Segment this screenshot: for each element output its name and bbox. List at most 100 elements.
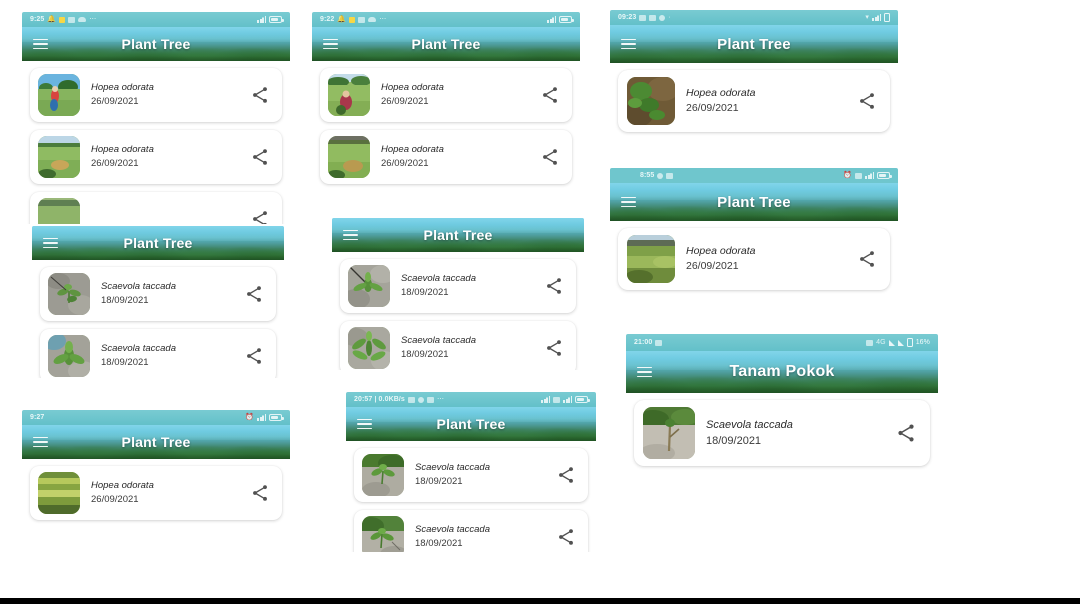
list-item-text: Hopea odorata 26/09/2021	[80, 144, 250, 170]
screenshot-panel-3: 9:27 ⏰ Plant Tree Hopea odorata 26/09/20…	[22, 410, 290, 530]
status-bar-left: 9:27	[30, 414, 44, 421]
share-icon[interactable]	[556, 465, 576, 485]
screenshot-panel-6: 20:57 | 0.0KB/s ⋯ Plant Tree Scaevola ta…	[346, 392, 596, 552]
signal-bars-icon	[257, 16, 266, 23]
plant-thumbnail[interactable]	[362, 454, 404, 496]
page-title: Plant Tree	[717, 193, 791, 211]
weather-sun-icon	[349, 16, 356, 23]
status-time: 9:25	[30, 16, 45, 23]
plant-thumbnail[interactable]	[48, 273, 90, 315]
signal-bars-icon	[541, 396, 550, 403]
share-icon[interactable]	[857, 249, 877, 269]
share-icon[interactable]	[544, 338, 564, 358]
share-icon[interactable]	[540, 147, 560, 167]
list-item[interactable]: Hopea odorata 26/09/2021	[320, 130, 572, 184]
app-bar: Plant Tree	[22, 27, 290, 61]
battery-icon	[559, 16, 574, 23]
list-item[interactable]: Scaevola taccada 18/09/2021	[40, 267, 276, 321]
status-bar-right: 4G 16%	[866, 338, 930, 347]
page-title: Tanam Pokok	[729, 363, 835, 380]
list-item[interactable]: Hopea odorata 26/09/2021	[618, 70, 890, 132]
status-time: 9:22	[320, 16, 335, 23]
plant-thumbnail[interactable]	[627, 235, 675, 283]
share-icon[interactable]	[250, 483, 270, 503]
planting-date: 26/09/2021	[686, 259, 739, 272]
list-item[interactable]: Hopea odorata 26/09/2021	[30, 68, 282, 122]
share-icon[interactable]	[556, 527, 576, 547]
planting-date: 18/09/2021	[415, 537, 463, 549]
planting-date: 26/09/2021	[686, 101, 739, 114]
share-icon[interactable]	[244, 346, 264, 366]
share-icon[interactable]	[250, 147, 270, 167]
hd-icon	[855, 172, 862, 179]
share-icon[interactable]	[895, 422, 917, 444]
list-item[interactable]: Scaevola taccada 18/09/2021	[340, 321, 576, 370]
app-bar: Plant Tree	[32, 226, 284, 260]
share-icon[interactable]	[857, 91, 877, 111]
plant-thumbnail[interactable]	[48, 335, 90, 377]
plant-list: Hopea odorata 26/09/2021	[610, 221, 898, 294]
alarm-icon	[407, 396, 415, 403]
list-item-text: Hopea odorata 26/09/2021	[370, 144, 540, 170]
list-item[interactable]: Hopea odorata 26/09/2021	[320, 68, 572, 122]
planting-date: 18/09/2021	[101, 356, 149, 368]
status-bar: 09:23 · ▾	[610, 10, 898, 25]
page-title: Plant Tree	[121, 36, 191, 52]
message-icon	[666, 172, 674, 179]
page-title: Plant Tree	[123, 235, 193, 251]
species-name: Hopea odorata	[381, 143, 444, 155]
share-icon[interactable]	[250, 209, 270, 224]
signal-bars-icon	[897, 339, 904, 346]
status-bar-left: 09:23 ·	[618, 14, 671, 21]
species-name: Scaevola taccada	[415, 461, 490, 473]
list-item[interactable]: Scaevola taccada 18/09/2021	[634, 400, 930, 466]
share-icon[interactable]	[244, 284, 264, 304]
app-bar: Tanam Pokok	[626, 351, 938, 393]
list-item[interactable]	[30, 192, 282, 224]
list-item[interactable]: Hopea odorata 26/09/2021	[30, 130, 282, 184]
plant-thumbnail[interactable]	[348, 265, 390, 307]
signal-bars-icon	[257, 414, 266, 421]
planting-date: 18/09/2021	[415, 475, 463, 487]
list-item-text: Hopea odorata 26/09/2021	[370, 82, 540, 108]
plant-thumbnail[interactable]	[362, 516, 404, 552]
plant-thumbnail[interactable]	[38, 74, 80, 116]
plant-thumbnail[interactable]	[38, 198, 80, 224]
plant-thumbnail[interactable]	[38, 472, 80, 514]
plant-thumbnail[interactable]	[627, 77, 675, 125]
list-item[interactable]: Scaevola taccada 18/09/2021	[40, 329, 276, 378]
share-icon[interactable]	[250, 85, 270, 105]
battery-icon	[884, 13, 890, 22]
plant-thumbnail[interactable]	[643, 407, 695, 459]
network-type-label: 4G	[876, 339, 886, 346]
status-bar-left: 8:55	[640, 172, 674, 179]
list-item-text: Scaevola taccada 18/09/2021	[695, 418, 895, 448]
plant-thumbnail[interactable]	[348, 327, 390, 369]
plant-thumbnail[interactable]	[328, 74, 370, 116]
plant-thumbnail[interactable]	[328, 136, 370, 178]
page-title: Plant Tree	[717, 35, 791, 53]
share-icon[interactable]	[544, 276, 564, 296]
planting-date: 26/09/2021	[91, 95, 139, 107]
plant-thumbnail[interactable]	[38, 136, 80, 178]
plant-list: Scaevola taccada 18/09/2021	[32, 260, 284, 378]
species-name: Hopea odorata	[686, 86, 756, 99]
list-item[interactable]: Hopea odorata 26/09/2021	[618, 228, 890, 290]
planting-date: 18/09/2021	[101, 294, 149, 306]
plant-list: Hopea odorata 26/09/2021	[312, 61, 580, 192]
planting-date: 26/09/2021	[381, 157, 429, 169]
app-bar: Plant Tree	[346, 407, 596, 441]
list-item[interactable]: Scaevola taccada 18/09/2021	[354, 448, 588, 502]
status-bar-left: 21:00	[634, 339, 663, 346]
status-bar: 9:22 🔔 ⋯	[312, 12, 580, 27]
more-icon: ⋯	[436, 396, 445, 403]
page-title: Plant Tree	[411, 36, 481, 52]
share-icon[interactable]	[540, 85, 560, 105]
species-name: Hopea odorata	[381, 81, 444, 93]
status-bar-left: 20:57 | 0.0KB/s ⋯	[354, 396, 444, 403]
planting-date: 26/09/2021	[91, 157, 139, 169]
list-item[interactable]: Scaevola taccada 18/09/2021	[340, 259, 576, 313]
status-bar: 9:25 🔔 ⋯	[22, 12, 290, 27]
list-item[interactable]: Hopea odorata 26/09/2021	[30, 466, 282, 520]
list-item[interactable]: Scaevola taccada 18/09/2021	[354, 510, 588, 552]
